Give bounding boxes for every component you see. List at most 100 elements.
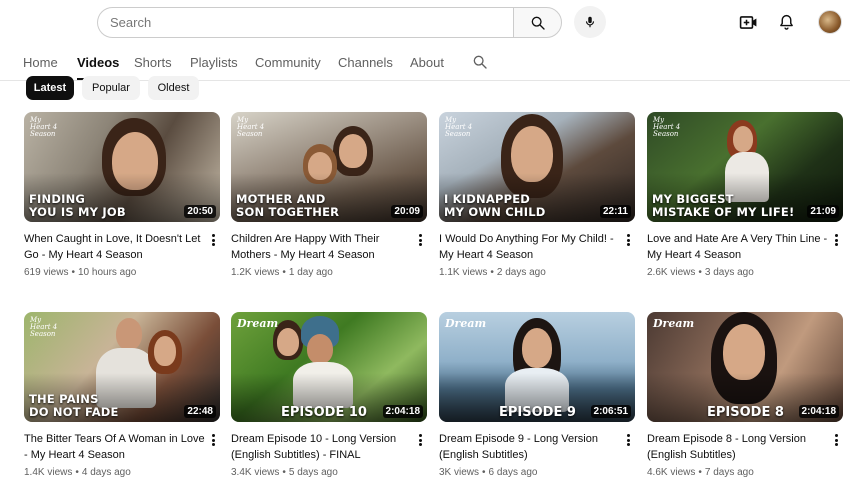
video-meta: 619 views • 10 hours ago	[24, 267, 137, 278]
video-card[interactable]: My Heart 4 Season Mother and son togethe…	[231, 112, 427, 278]
video-card[interactable]: Dream EPISODE 8 2:04:18 Dream Episode 8 …	[647, 312, 843, 478]
create-button[interactable]	[738, 12, 758, 32]
video-title[interactable]: Dream Episode 9 - Long Version (English …	[439, 431, 621, 463]
more-vert-icon[interactable]	[831, 433, 841, 447]
chip-oldest[interactable]: Oldest	[148, 76, 199, 100]
brand-logo: Dream	[653, 317, 695, 330]
more-vert-icon[interactable]	[623, 433, 633, 447]
video-title[interactable]: When Caught in Love, It Doesn't Let Go -…	[24, 231, 206, 263]
view-count: 1.2K views	[231, 267, 280, 278]
thumbnail-caption: The pains do not fade	[29, 393, 119, 419]
more-vert-icon[interactable]	[415, 233, 425, 247]
create-video-icon	[739, 15, 756, 29]
duration-badge: 22:11	[599, 205, 631, 218]
search-button[interactable]	[513, 7, 562, 38]
video-card[interactable]: My Heart 4 Season My biggest mistake of …	[647, 112, 843, 278]
video-card[interactable]: Dream EPISODE 10 2:04:18 Dream Episode 1…	[231, 312, 427, 478]
upload-age: 5 days ago	[288, 467, 338, 478]
video-thumbnail[interactable]: My Heart 4 Season Finding you is my job …	[24, 112, 220, 222]
tab-about[interactable]: About	[410, 55, 444, 70]
video-card[interactable]: My Heart 4 Season The pains do not fade …	[24, 312, 220, 478]
duration-badge: 20:50	[184, 205, 216, 218]
masthead	[0, 0, 850, 44]
video-meta: 1.1K views • 2 days ago	[439, 267, 546, 278]
video-meta: 1.4K views • 4 days ago	[24, 467, 131, 478]
video-card[interactable]: Dream EPISODE 9 2:06:51 Dream Episode 9 …	[439, 312, 635, 478]
video-meta: 1.2K views • 1 day ago	[231, 267, 333, 278]
tab-home[interactable]: Home	[23, 55, 58, 70]
more-vert-icon[interactable]	[415, 433, 425, 447]
video-title[interactable]: Children Are Happy With Their Mothers - …	[231, 231, 413, 263]
more-vert-icon[interactable]	[208, 433, 218, 447]
tab-channels[interactable]: Channels	[338, 55, 393, 70]
video-thumbnail[interactable]: My Heart 4 Season The pains do not fade …	[24, 312, 220, 422]
tab-community[interactable]: Community	[255, 55, 321, 70]
view-count: 1.4K views	[24, 467, 73, 478]
thumbnail-figure	[339, 134, 367, 168]
brand-logo: Dream	[445, 317, 487, 330]
video-thumbnail[interactable]: Dream EPISODE 10 2:04:18	[231, 312, 427, 422]
brand-logo: My Heart 4 Season	[30, 316, 58, 338]
video-title[interactable]: I Would Do Anything For My Child! - My H…	[439, 231, 621, 263]
video-thumbnail[interactable]: My Heart 4 Season My biggest mistake of …	[647, 112, 843, 222]
upload-age: 10 hours ago	[77, 267, 137, 278]
caption-line: son together	[236, 205, 340, 219]
duration-badge: 2:06:51	[590, 405, 631, 418]
video-card[interactable]: My Heart 4 Season I kidnapped my own chi…	[439, 112, 635, 278]
search-icon	[531, 16, 545, 30]
video-meta: 3.4K views • 5 days ago	[231, 467, 338, 478]
bell-icon	[779, 14, 793, 30]
notifications-button[interactable]	[776, 12, 796, 32]
video-title[interactable]: Love and Hate Are A Very Thin Line - My …	[647, 231, 829, 263]
upload-age: 2 days ago	[496, 267, 546, 278]
video-title[interactable]: Dream Episode 8 - Long Version (English …	[647, 431, 829, 463]
video-thumbnail[interactable]: My Heart 4 Season Mother and son togethe…	[231, 112, 427, 222]
upload-age: 3 days ago	[704, 267, 754, 278]
caption-line: mistake of my life!	[652, 205, 795, 219]
view-count: 3.4K views	[231, 467, 280, 478]
caption-line: do not fade	[29, 405, 119, 419]
view-count: 2.6K views	[647, 267, 696, 278]
thumbnail-caption: I kidnapped my own child	[444, 193, 545, 219]
account-avatar[interactable]	[818, 10, 842, 34]
episode-label: EPISODE 10	[281, 405, 367, 420]
chip-latest[interactable]: Latest	[26, 76, 74, 100]
microphone-icon	[585, 16, 595, 28]
brand-logo: My Heart 4 Season	[30, 116, 58, 138]
video-meta: 2.6K views • 3 days ago	[647, 267, 754, 278]
caption-line: you is my job	[29, 205, 126, 219]
upload-age: 4 days ago	[81, 467, 131, 478]
thumbnail-caption: My biggest mistake of my life!	[652, 193, 794, 219]
thumbnail-figure	[522, 328, 552, 368]
duration-badge: 2:04:18	[382, 405, 423, 418]
more-vert-icon[interactable]	[831, 233, 841, 247]
video-title[interactable]: The Bitter Tears Of A Woman in Love - My…	[24, 431, 206, 463]
thumbnail-figure	[116, 318, 142, 350]
chip-popular[interactable]: Popular	[82, 76, 140, 100]
video-meta: 4.6K views • 7 days ago	[647, 467, 754, 478]
upload-age: 7 days ago	[704, 467, 754, 478]
view-count: 4.6K views	[647, 467, 696, 478]
tab-videos[interactable]: Videos	[77, 55, 119, 70]
more-vert-icon[interactable]	[208, 233, 218, 247]
thumbnail-figure	[307, 334, 333, 364]
duration-badge: 20:09	[391, 205, 423, 218]
episode-label: EPISODE 8	[707, 405, 784, 420]
brand-logo: Dream	[237, 317, 279, 330]
search-box[interactable]	[97, 7, 514, 38]
voice-search-button[interactable]	[574, 6, 606, 38]
more-vert-icon[interactable]	[623, 233, 633, 247]
video-thumbnail[interactable]: Dream EPISODE 9 2:06:51	[439, 312, 635, 422]
video-card[interactable]: My Heart 4 Season Finding you is my job …	[24, 112, 220, 278]
thumbnail-figure	[277, 328, 299, 356]
view-count: 1.1K views	[439, 267, 488, 278]
video-title[interactable]: Dream Episode 10 - Long Version (English…	[231, 431, 413, 463]
tab-playlists[interactable]: Playlists	[190, 55, 238, 70]
tab-shorts[interactable]: Shorts	[134, 55, 172, 70]
video-thumbnail[interactable]: Dream EPISODE 8 2:04:18	[647, 312, 843, 422]
video-thumbnail[interactable]: My Heart 4 Season I kidnapped my own chi…	[439, 112, 635, 222]
search-input[interactable]	[110, 15, 514, 30]
duration-badge: 21:09	[807, 205, 839, 218]
channel-search-icon[interactable]	[472, 54, 488, 70]
upload-age: 6 days ago	[488, 467, 538, 478]
